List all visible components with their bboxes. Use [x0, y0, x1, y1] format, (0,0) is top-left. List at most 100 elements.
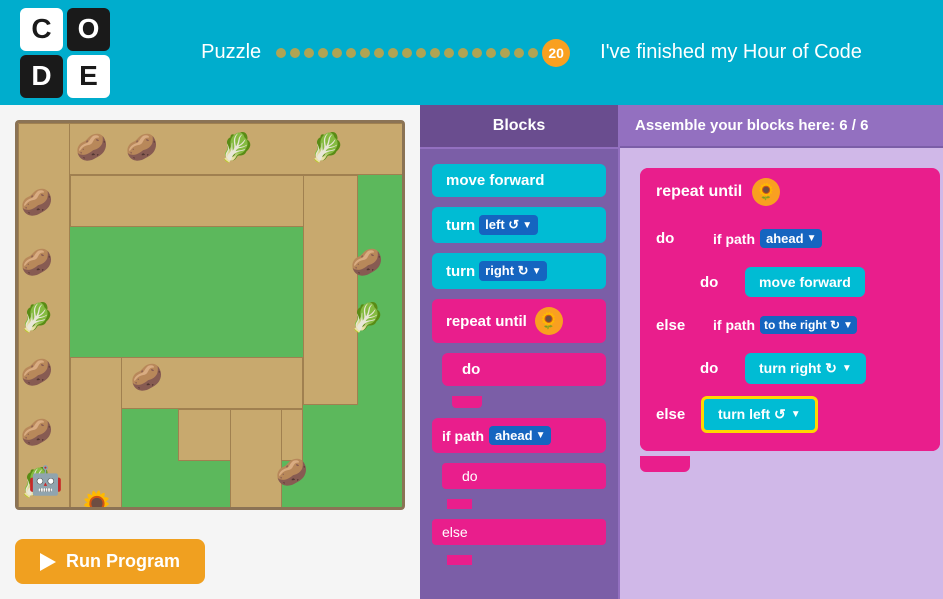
puzzle-dot-17	[500, 48, 510, 58]
creature-14: 🥔	[273, 453, 311, 491]
else-block: else	[432, 519, 606, 545]
creature-13: 🥔	[128, 358, 166, 396]
maze-path-lower-right	[230, 409, 282, 510]
turn-right-dropdown[interactable]: right ↻ ▼	[479, 261, 547, 281]
asm-move-forward-label: move forward	[759, 274, 851, 290]
asm-do-label-2: do	[700, 274, 735, 291]
asm-turn-left-block[interactable]: turn left ↺ ▼	[701, 396, 818, 433]
assembly-header: Assemble your blocks here: 6 / 6	[620, 105, 943, 148]
puzzle-dot-14	[458, 48, 468, 58]
player-sunflower: 🌻	[78, 488, 116, 510]
robot-character: 🤖	[28, 464, 63, 497]
puzzle-dot-8	[374, 48, 384, 58]
asm-do-turnright-row: do turn right ↻ ▼	[640, 347, 940, 390]
if-path-dropdown[interactable]: ahead ▼	[489, 426, 551, 445]
puzzle-dot-active: 20	[542, 39, 570, 67]
if-path-block[interactable]: if path ahead ▼	[432, 418, 606, 453]
puzzle-dot-9	[388, 48, 398, 58]
repeat-until-block[interactable]: repeat until 🌻	[432, 299, 606, 343]
assembly-area: Assemble your blocks here: 6 / 6 repeat …	[620, 105, 943, 599]
asm-trailing-connector	[640, 456, 690, 472]
move-forward-block[interactable]: move forward	[432, 164, 606, 197]
puzzle-dot-5	[332, 48, 342, 58]
asm-do-label-1: do	[656, 230, 691, 247]
asm-turn-left-dropdown-arrow: ▼	[791, 409, 801, 420]
main-content: 🥔 🥔 🥬 🥬 🥔 🥔 🥬 🥔 🥔 🥬 🥔 🥬 🥔 🥔 🌻 🤖 Run Prog…	[0, 105, 943, 599]
creature-1: 🥔	[73, 128, 111, 166]
turn-left-text: turn	[446, 217, 475, 234]
asm-toright-arrow: ▼	[843, 320, 853, 331]
turn-right-block[interactable]: turn right ↻ ▼	[432, 253, 606, 289]
do-block: do	[442, 353, 606, 386]
move-forward-label: move forward	[446, 172, 544, 189]
creature-5: 🥔	[18, 183, 56, 221]
puzzle-dot-3	[304, 48, 314, 58]
do-connector	[452, 396, 482, 408]
creature-6: 🥔	[18, 243, 56, 281]
asm-toright-dropdown[interactable]: to the right ↻ ▼	[760, 316, 857, 334]
asm-ifpath-ahead[interactable]: if path ahead ▼	[701, 222, 834, 255]
logo-e: E	[67, 55, 110, 98]
creature-8: 🥔	[18, 353, 56, 391]
blocks-header: Blocks	[420, 105, 618, 149]
asm-do-ifpath-row: do if path ahead ▼	[640, 216, 940, 261]
do-small-connector	[447, 499, 472, 509]
asm-ahead-value: ahead	[766, 231, 804, 246]
asm-do-moveforward-row: do move forward	[640, 261, 940, 303]
puzzle-dot-11	[416, 48, 426, 58]
asm-sunflower-icon: 🌻	[752, 178, 780, 206]
asm-turn-right-block[interactable]: turn right ↻ ▼	[745, 353, 866, 384]
creature-12: 🥬	[348, 298, 386, 336]
turn-right-value: right ↻	[485, 263, 528, 279]
asm-else-ifpath-row: else if path to the right ↻ ▼	[640, 303, 940, 347]
asm-ahead-dropdown[interactable]: ahead ▼	[760, 229, 822, 248]
else-connector	[447, 555, 472, 565]
asm-bottom-bar	[640, 439, 940, 451]
creature-4: 🥬	[308, 128, 346, 166]
run-program-button[interactable]: Run Program	[15, 539, 205, 584]
do-label: do	[462, 361, 480, 378]
puzzle-dot-16	[486, 48, 496, 58]
asm-else-label-1: else	[656, 317, 691, 334]
turn-left-block[interactable]: turn left ↺ ▼	[432, 207, 606, 243]
asm-ifpath-toright[interactable]: if path to the right ↻ ▼	[701, 309, 869, 341]
asm-else-turnleft-row: else turn left ↺ ▼	[640, 390, 940, 439]
asm-turn-left-text: turn left ↺	[718, 406, 786, 423]
logo-c: C	[20, 8, 63, 51]
sunflower-icon: 🌻	[535, 307, 563, 335]
turn-left-arrow: ▼	[522, 220, 532, 231]
puzzle-dot-10	[402, 48, 412, 58]
asm-repeat-label: repeat until	[656, 183, 742, 201]
asm-turn-right-text: turn right ↻	[759, 360, 837, 377]
logo-d: D	[20, 55, 63, 98]
puzzle-dot-6	[346, 48, 356, 58]
puzzle-label: Puzzle	[201, 41, 261, 64]
if-path-value: ahead	[495, 428, 533, 443]
maze-path-right-vert	[303, 175, 358, 405]
if-path-arrow: ▼	[536, 430, 546, 441]
creature-3: 🥬	[218, 128, 256, 166]
blocks-list: move forward turn left ↺ ▼ turn right ↻ …	[420, 149, 618, 580]
puzzle-dot-4	[318, 48, 328, 58]
run-program-label: Run Program	[66, 551, 180, 572]
logo: C O D E	[20, 8, 110, 98]
turn-left-value: left ↺	[485, 217, 519, 233]
play-icon	[40, 553, 56, 571]
creature-11: 🥔	[348, 243, 386, 281]
asm-repeat-block[interactable]: repeat until 🌻	[640, 168, 840, 216]
puzzle-dot-12	[430, 48, 440, 58]
asm-move-forward-block[interactable]: move forward	[745, 267, 865, 297]
puzzle-dots: 20	[276, 39, 570, 67]
creature-2: 🥔	[123, 128, 161, 166]
asm-main-block: repeat until 🌻 do if path ahead ▼	[640, 168, 940, 451]
finished-label: I've finished my Hour of Code	[600, 41, 862, 64]
turn-left-dropdown[interactable]: left ↺ ▼	[479, 215, 538, 235]
puzzle-dot-18	[514, 48, 524, 58]
assembly-content: repeat until 🌻 do if path ahead ▼	[620, 148, 943, 492]
puzzle-dot-1	[276, 48, 286, 58]
do-small-label: do	[462, 468, 478, 484]
do-small-block: do	[442, 463, 606, 489]
creature-7: 🥬	[18, 298, 56, 336]
puzzle-dot-2	[290, 48, 300, 58]
blocks-panel: Blocks move forward turn left ↺ ▼ turn r…	[420, 105, 620, 599]
